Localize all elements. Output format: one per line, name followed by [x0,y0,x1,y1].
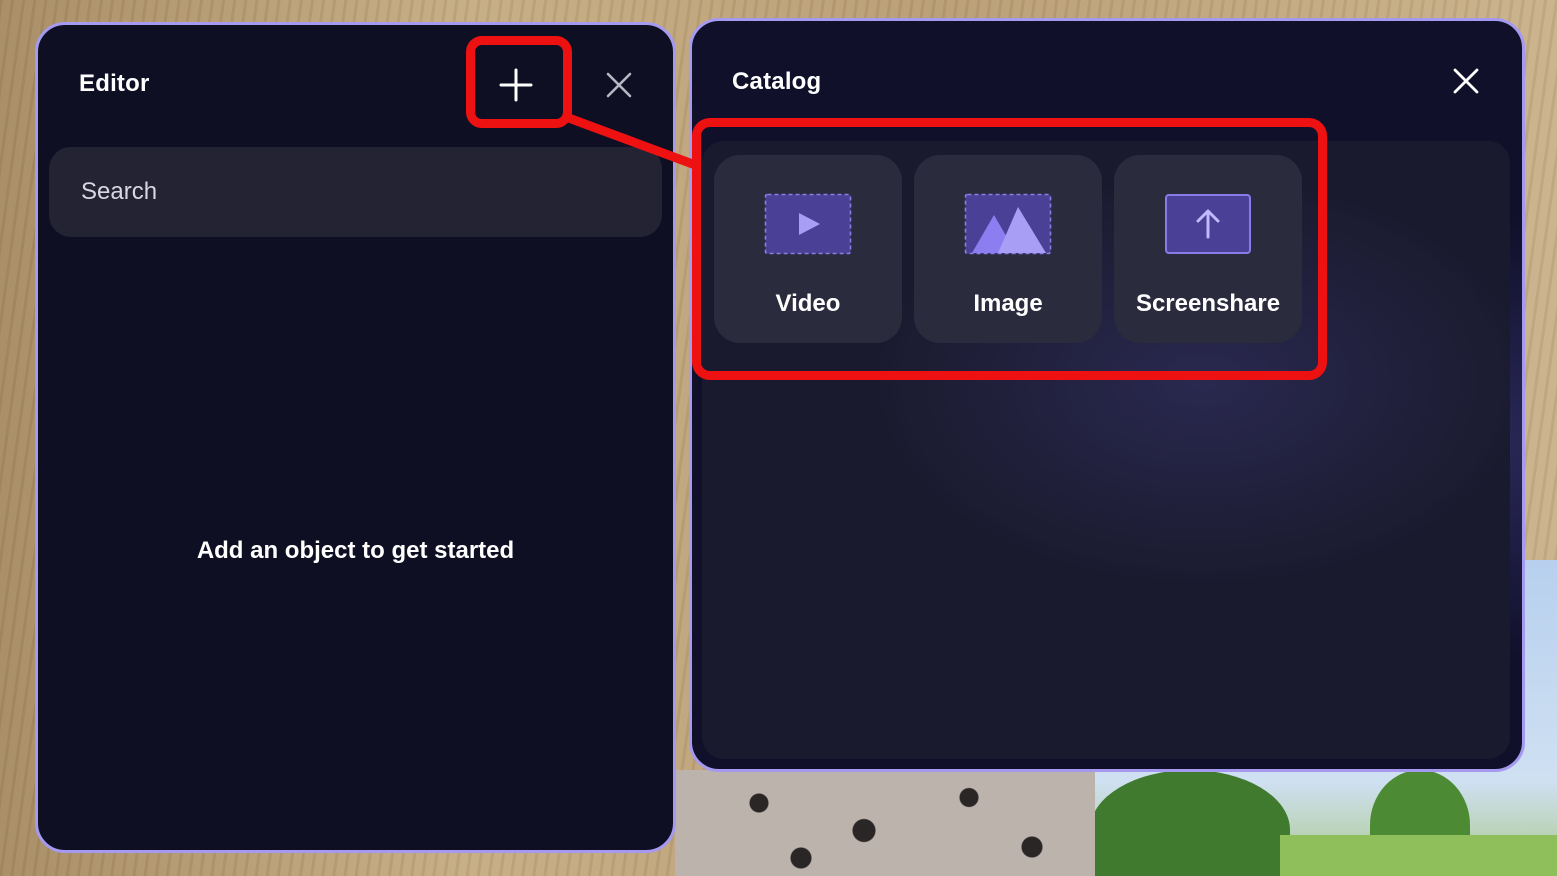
close-icon [606,72,632,98]
image-icon [964,193,1052,255]
catalog-item-screenshare[interactable]: Screenshare [1114,155,1302,343]
catalog-item-image[interactable]: Image [914,155,1102,343]
add-object-button[interactable] [486,55,546,115]
plus-icon [499,68,533,102]
catalog-item-label: Screenshare [1135,290,1281,317]
grass [1280,835,1557,876]
patterned-rock [675,770,1095,876]
catalog-panel: Catalog Video Image Screenshare [689,18,1525,772]
catalog-item-video[interactable]: Video [714,155,902,343]
catalog-title: Catalog [732,68,822,95]
search-input[interactable] [79,177,643,207]
video-icon [764,193,852,255]
empty-state-message: Add an object to get started [196,537,515,564]
screenshare-icon [1165,194,1251,254]
close-icon [1453,68,1479,94]
catalog-content: Video Image Screenshare [702,141,1510,759]
catalog-item-label: Image [973,290,1043,317]
editor-panel: Editor Add an object to get started [35,22,676,853]
editor-title: Editor [79,70,150,97]
editor-close-button[interactable] [589,55,649,115]
catalog-close-button[interactable] [1436,51,1496,111]
search-field[interactable] [49,147,662,237]
catalog-item-label: Video [775,290,841,317]
